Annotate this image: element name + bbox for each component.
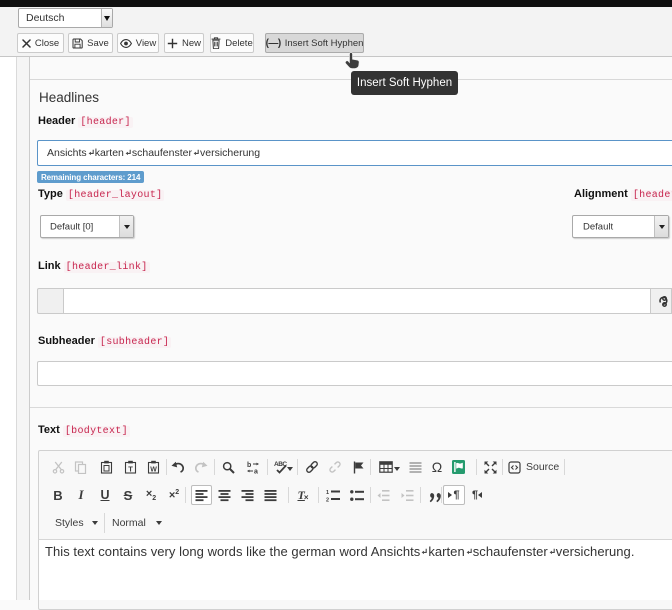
svg-text:1: 1 xyxy=(326,490,329,496)
svg-text:W: W xyxy=(150,466,157,473)
svg-text:2: 2 xyxy=(326,497,329,502)
svg-text:a: a xyxy=(254,468,258,474)
svg-text:b: b xyxy=(247,462,251,469)
svg-text:T: T xyxy=(128,464,133,473)
